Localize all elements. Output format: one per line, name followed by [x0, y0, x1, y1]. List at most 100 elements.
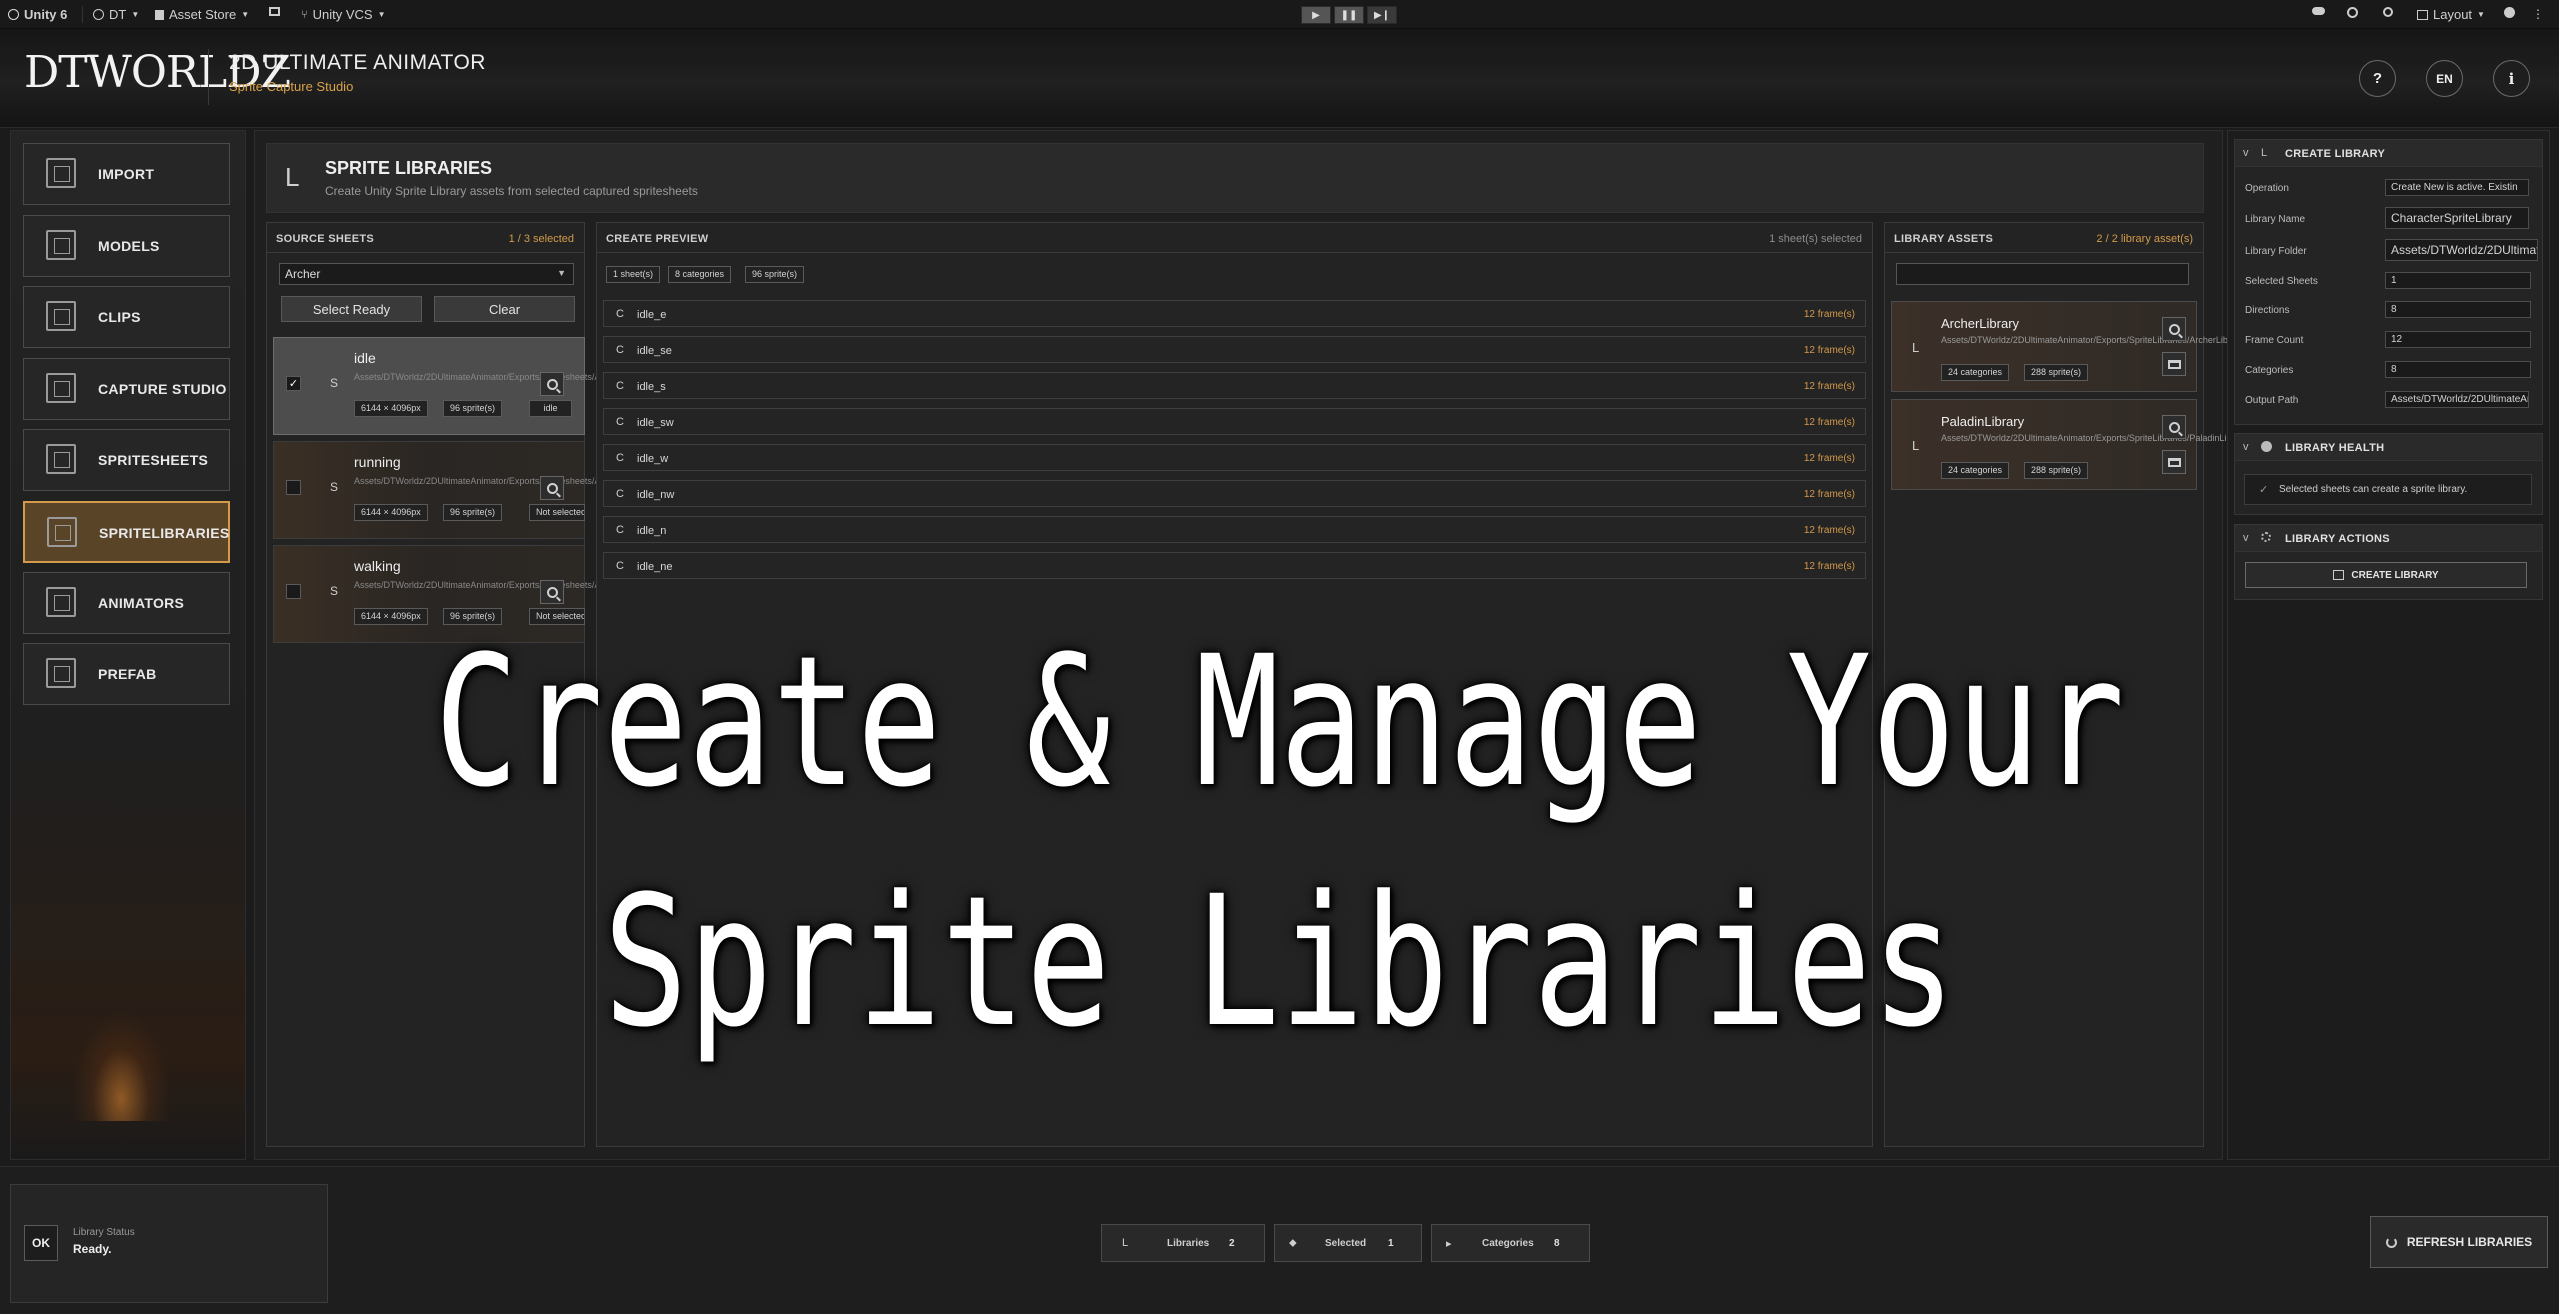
category-name: idle_ne: [637, 561, 673, 573]
sheet-checkbox[interactable]: [286, 480, 301, 495]
operation-field[interactable]: Create New is active. Existin: [2385, 179, 2529, 196]
preview-count: 1 sheet(s) selected: [1769, 233, 1862, 245]
step-button[interactable]: ▶❙: [1367, 6, 1397, 24]
help-toolbar-button[interactable]: [2504, 7, 2515, 18]
unity-version-menu[interactable]: Unity 6: [8, 7, 67, 22]
layout-menu[interactable]: Layout ▼: [2417, 7, 2485, 22]
select-ready-button[interactable]: Select Ready: [281, 296, 422, 322]
sidebar-item-label: MODELS: [98, 238, 160, 254]
refresh-icon: [2385, 1236, 2397, 1248]
create-library-button[interactable]: CREATE LIBRARY: [2245, 562, 2527, 588]
sheet-name: idle: [354, 350, 376, 366]
sheet-glyph: S: [330, 376, 339, 390]
sheet-path: Assets/DTWorldz/2DUltimateAnimator/Expor…: [354, 372, 655, 382]
chevron-down-icon: ▼: [241, 10, 250, 19]
sheet-card[interactable]: ✓ S idle Assets/DTWorldz/2DUltimateAnima…: [273, 337, 655, 435]
category-name: idle_s: [637, 381, 666, 393]
info-button[interactable]: i: [2493, 60, 2530, 97]
frame-count: 12 frame(s): [1803, 489, 1855, 500]
vcs-menu[interactable]: ⑂ Unity VCS ▼: [301, 7, 386, 22]
step-icon: ▶❙: [1373, 9, 1391, 21]
account-menu[interactable]: DT ▼: [93, 7, 139, 22]
sheet-glyph: S: [330, 480, 339, 494]
category-row: Cidle_w 12 frame(s): [603, 444, 1866, 471]
app-subtitle: Sprite Capture Studio: [229, 79, 354, 94]
section-header[interactable]: v LIBRARY HEALTH: [2235, 434, 2542, 461]
menu-button[interactable]: ⋮: [2532, 7, 2544, 21]
category-row: Cidle_n 12 frame(s): [603, 516, 1866, 543]
library-count: 2 / 2 library asset(s): [2096, 233, 2193, 245]
folder-icon: [2167, 359, 2181, 369]
preview-button[interactable]: [2162, 317, 2186, 341]
clear-button[interactable]: Clear: [434, 296, 575, 322]
sidebar-item-label: SPRITESHEETS: [98, 452, 209, 468]
library-folder-field[interactable]: Assets/DTWorldz/2DUltimateAnimator: [2385, 239, 2538, 261]
sidebar-item-animators[interactable]: ANIMATORS: [23, 572, 230, 634]
directions-field[interactable]: 8: [2385, 301, 2531, 318]
libraries-stat: L Libraries 2: [1101, 1224, 1265, 1262]
sidebar-item-clips[interactable]: CLIPS: [23, 286, 230, 348]
section-header[interactable]: v L CREATE LIBRARY: [2235, 140, 2542, 167]
sheet-checkbox[interactable]: ✓: [286, 376, 301, 391]
preview-button[interactable]: [540, 476, 564, 500]
status-ok-badge: OK: [24, 1225, 58, 1261]
frame-count-field[interactable]: 12: [2385, 331, 2531, 348]
open-folder-button[interactable]: [2162, 352, 2186, 376]
play-button[interactable]: ▶: [1301, 6, 1331, 24]
sidebar-item-label: SPRITELIBRARIES: [99, 525, 230, 541]
character-dropdown[interactable]: Archer ▼: [279, 263, 574, 285]
selection-count: 1 / 3 selected: [508, 233, 574, 245]
category-glyph: C: [616, 344, 624, 356]
library-path: Assets/DTWorldz/2DUltimateAnimator/Expor…: [1941, 335, 2280, 345]
sheet-card[interactable]: S running Assets/DTWorldz/2DUltimateAnim…: [273, 441, 671, 539]
output-path-field[interactable]: Assets/DTWorldz/2DUltimateAnimator: [2385, 391, 2529, 408]
sidebar-item-spritesheets[interactable]: SPRITESHEETS: [23, 429, 230, 491]
open-folder-button[interactable]: [2162, 450, 2186, 474]
preview-button[interactable]: [540, 372, 564, 396]
page-header: L SPRITE LIBRARIES Create Unity Sprite L…: [266, 143, 2204, 213]
frame-count: 12 frame(s): [1803, 453, 1855, 464]
cloud-button[interactable]: [2312, 7, 2325, 15]
category-name: idle_n: [637, 525, 667, 537]
library-icon: [47, 517, 77, 547]
preview-button[interactable]: [540, 580, 564, 604]
prefab-icon: [46, 658, 76, 688]
sprites-tag: 288 sprite(s): [2024, 364, 2089, 381]
sidebar-item-models[interactable]: MODELS: [23, 215, 230, 277]
library-card[interactable]: L PaladinLibrary Assets/DTWorldz/2DUltim…: [1891, 399, 2283, 490]
pause-button[interactable]: ❚❚: [1334, 6, 1364, 24]
import-icon: [46, 158, 76, 188]
sprites-tag: 288 sprite(s): [2024, 462, 2089, 479]
search-button[interactable]: [2383, 7, 2393, 17]
sidebar-item-spritelibraries[interactable]: SPRITELIBRARIES: [23, 501, 230, 563]
bag-icon: [155, 9, 164, 20]
selected-sheets-field[interactable]: 1: [2385, 272, 2531, 289]
field-label: Output Path: [2245, 395, 2299, 406]
zoom-icon: [546, 586, 558, 598]
zoom-icon: [2168, 323, 2180, 335]
categories-field[interactable]: 8: [2385, 361, 2531, 378]
chevron-down-icon: ▼: [2477, 10, 2485, 19]
library-search-input[interactable]: [1896, 263, 2189, 285]
section-header[interactable]: v LIBRARY ACTIONS: [2235, 525, 2542, 552]
history-button[interactable]: [2347, 7, 2358, 18]
asset-store-menu[interactable]: Asset Store ▼: [155, 7, 249, 22]
zoom-icon: [2168, 421, 2180, 433]
help-button[interactable]: ?: [2359, 60, 2396, 97]
library-card[interactable]: L ArcherLibrary Assets/DTWorldz/2DUltima…: [1891, 301, 2280, 392]
sidebar-item-prefab[interactable]: PREFAB: [23, 643, 230, 705]
sheet-checkbox[interactable]: [286, 584, 301, 599]
vcs-label: Unity VCS: [312, 7, 373, 22]
package-button[interactable]: [269, 7, 280, 16]
language-button[interactable]: EN: [2426, 60, 2463, 97]
sidebar-item-import[interactable]: IMPORT: [23, 143, 230, 205]
category-glyph: C: [616, 560, 624, 572]
gear-icon: [2261, 532, 2271, 542]
sidebar-item-capture-studio[interactable]: CAPTURE STUDIO: [23, 358, 230, 420]
refresh-libraries-button[interactable]: REFRESH LIBRARIES: [2370, 1216, 2548, 1268]
preview-button[interactable]: [2162, 415, 2186, 439]
library-name: ArcherLibrary: [1941, 316, 2020, 331]
models-icon: [46, 230, 76, 260]
library-name-field[interactable]: CharacterSpriteLibrary: [2385, 207, 2529, 229]
status-card: OK Library Status Ready.: [10, 1184, 328, 1303]
